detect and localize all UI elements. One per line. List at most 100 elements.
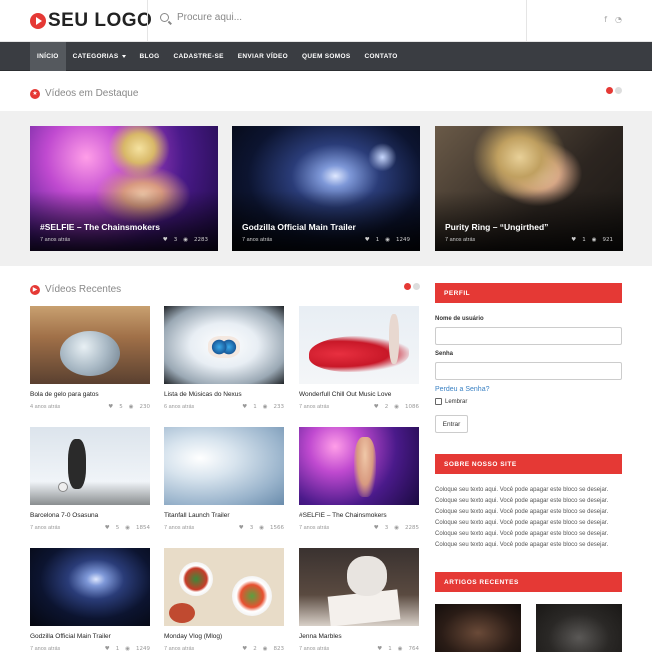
eye-icon: ◉ xyxy=(385,237,390,243)
featured-card[interactable]: #SELFIE – The Chainsmokers 7 anos atrás … xyxy=(30,126,218,251)
nav-item-contato[interactable]: CONTATO xyxy=(357,42,404,71)
video-thumbnail[interactable] xyxy=(164,306,284,384)
nav-label: QUEM SOMOS xyxy=(301,53,351,60)
about-line: Coloque seu texto aqui. Você pode apagar… xyxy=(435,487,609,493)
video-title[interactable]: Jenna Marbles xyxy=(299,633,419,640)
nav-item-inicio[interactable]: INÍCIO xyxy=(30,42,66,71)
featured-card[interactable]: Purity Ring – “Ungirthed” 7 anos atrás ♥… xyxy=(435,126,623,251)
likes-count: 3 xyxy=(384,525,389,531)
article-thumbnail[interactable] xyxy=(435,604,521,652)
video-meta: 7 anos atrás ♥ 3 ◉ 1566 xyxy=(164,525,284,531)
pager-dot[interactable] xyxy=(606,87,613,94)
nav-item-blog[interactable]: BLOG xyxy=(133,42,167,71)
login-button[interactable]: Entrar xyxy=(435,415,468,433)
views-count: 1249 xyxy=(136,646,150,652)
likes-count: 3 xyxy=(249,525,254,531)
video-card[interactable]: Monday Vlog (Mlog) 7 anos atrás ♥ 2 ◉ 823 xyxy=(164,548,284,652)
likes-count: 2 xyxy=(384,404,389,410)
featured-title: Purity Ring – “Ungirthed” xyxy=(445,222,549,232)
views-count: 233 xyxy=(273,404,285,410)
about-line: Coloque seu texto aqui. Você pode apagar… xyxy=(435,520,609,526)
about-line: Coloque seu texto aqui. Você pode apagar… xyxy=(435,531,609,537)
password-field[interactable] xyxy=(435,362,622,380)
video-title[interactable]: Bola de gelo para gatos xyxy=(30,391,150,398)
video-title[interactable]: Titanfall Launch Trailer xyxy=(164,512,284,519)
video-card[interactable]: Jenna Marbles 7 anos atrás ♥ 1 ◉ 764 xyxy=(299,548,419,652)
video-thumbnail[interactable] xyxy=(299,548,419,626)
video-thumbnail[interactable] xyxy=(164,548,284,626)
featured-card[interactable]: Godzilla Official Main Trailer 7 anos at… xyxy=(232,126,420,251)
remember-checkbox[interactable]: Lembrar xyxy=(435,398,467,405)
views-count: 921 xyxy=(602,237,614,243)
featured-meta: 7 anos atrás ♥ 1 ◉ 1249 xyxy=(242,237,410,243)
video-title[interactable]: Godzilla Official Main Trailer xyxy=(30,633,150,640)
article-thumbnail[interactable] xyxy=(536,604,622,652)
video-title[interactable]: #SELFIE – The Chainsmokers xyxy=(299,512,419,519)
video-card[interactable]: Titanfall Launch Trailer 7 anos atrás ♥ 3 ◉… xyxy=(164,427,284,531)
about-line: Coloque seu texto aqui. Você pode apagar… xyxy=(435,498,609,504)
video-card[interactable]: Lista de Músicas do Nexus 6 anos atrás ♥ 1… xyxy=(164,306,284,410)
video-title[interactable]: Lista de Músicas do Nexus xyxy=(164,391,284,398)
logo-text: SEU LOGO xyxy=(48,10,153,31)
video-thumbnail[interactable] xyxy=(30,548,150,626)
nav-item-cadastre[interactable]: CADASTRE-SE xyxy=(167,42,231,71)
video-title[interactable]: Wonderfull Chill Out Music Love xyxy=(299,391,419,398)
video-card[interactable]: #SELFIE – The Chainsmokers 7 anos atrás ♥… xyxy=(299,427,419,531)
nav-label: BLOG xyxy=(139,53,160,60)
video-meta: 7 anos atrás ♥ 1 ◉ 764 xyxy=(299,646,419,652)
about-line: Coloque seu texto aqui. Você pode apagar… xyxy=(435,509,609,515)
video-meta: 7 anos atrás ♥ 2 ◉ 1086 xyxy=(299,404,419,410)
eye-icon: ◉ xyxy=(394,404,399,410)
nav-item-enviar-video[interactable]: ENVIAR VÍDEO xyxy=(231,42,295,71)
video-thumbnail[interactable] xyxy=(164,427,284,505)
facebook-icon[interactable]: f xyxy=(604,15,607,24)
star-icon: ★ xyxy=(30,88,40,99)
heart-icon: ♥ xyxy=(104,525,110,531)
video-card[interactable]: Wonderfull Chill Out Music Love 7 anos a… xyxy=(299,306,419,410)
video-card[interactable]: Barcelona 7-0 Osasuna 7 anos atrás ♥ 5 ◉ 185… xyxy=(30,427,150,531)
video-thumbnail[interactable] xyxy=(299,427,419,505)
age-text: 7 anos atrás xyxy=(164,525,195,531)
eye-icon: ◉ xyxy=(591,237,597,243)
articles-widget-title: ARTIGOS RECENTES xyxy=(435,572,622,592)
forgot-password-link[interactable]: Perdeu a Senha? xyxy=(435,386,490,393)
video-meta: 7 anos atrás ♥ 3 ◉ 2285 xyxy=(299,525,419,531)
video-thumbnail[interactable] xyxy=(299,306,419,384)
video-card[interactable]: Godzilla Official Main Trailer 7 anos at… xyxy=(30,548,150,652)
about-line: Coloque seu texto aqui. Você pode apagar… xyxy=(435,542,609,548)
age-text: 7 anos atrás xyxy=(40,237,71,243)
about-widget-title: SOBRE NOSSO SITE xyxy=(435,454,622,474)
site-logo[interactable]: SEU LOGO xyxy=(30,10,152,32)
caret-down-icon xyxy=(121,55,126,58)
video-thumbnail[interactable] xyxy=(30,427,150,505)
eye-icon: ◉ xyxy=(262,646,268,652)
username-field[interactable] xyxy=(435,327,622,345)
video-title[interactable]: Monday Vlog (Mlog) xyxy=(164,633,284,640)
featured-pager xyxy=(606,87,622,94)
video-thumbnail[interactable] xyxy=(30,306,150,384)
nav-item-quem-somos[interactable]: QUEM SOMOS xyxy=(295,42,358,71)
nav-item-categorias[interactable]: CATEGORIAS xyxy=(66,42,133,71)
eye-icon: ◉ xyxy=(125,646,130,652)
video-card[interactable]: Bola de gelo para gatos 4 anos atrás ♥ 5 ◉ 2… xyxy=(30,306,150,410)
pager-dot[interactable] xyxy=(615,87,622,94)
pager-dot[interactable] xyxy=(404,283,411,290)
video-title[interactable]: Barcelona 7-0 Osasuna xyxy=(30,512,150,519)
eye-icon: ◉ xyxy=(128,404,134,410)
likes-count: 1 xyxy=(375,237,380,243)
video-meta: 6 anos atrás ♥ 1 ◉ 233 xyxy=(164,404,284,410)
views-count: 1086 xyxy=(405,404,419,410)
rss-icon[interactable]: ◔ xyxy=(615,15,622,24)
heart-icon: ♥ xyxy=(364,237,370,243)
social-links: f ◔ xyxy=(604,15,622,24)
heart-icon: ♥ xyxy=(162,237,168,243)
search-bar[interactable] xyxy=(160,12,477,23)
nav-label: CONTATO xyxy=(364,53,398,60)
featured-meta: 7 anos atrás ♥ 1 ◉ 921 xyxy=(445,237,613,243)
search-input[interactable] xyxy=(177,12,477,23)
likes-count: 5 xyxy=(115,525,120,531)
site-header: SEU LOGO f ◔ xyxy=(0,0,652,42)
pager-dot[interactable] xyxy=(413,283,420,290)
checkbox-icon[interactable] xyxy=(435,398,442,405)
likes-count: 1 xyxy=(582,237,586,243)
